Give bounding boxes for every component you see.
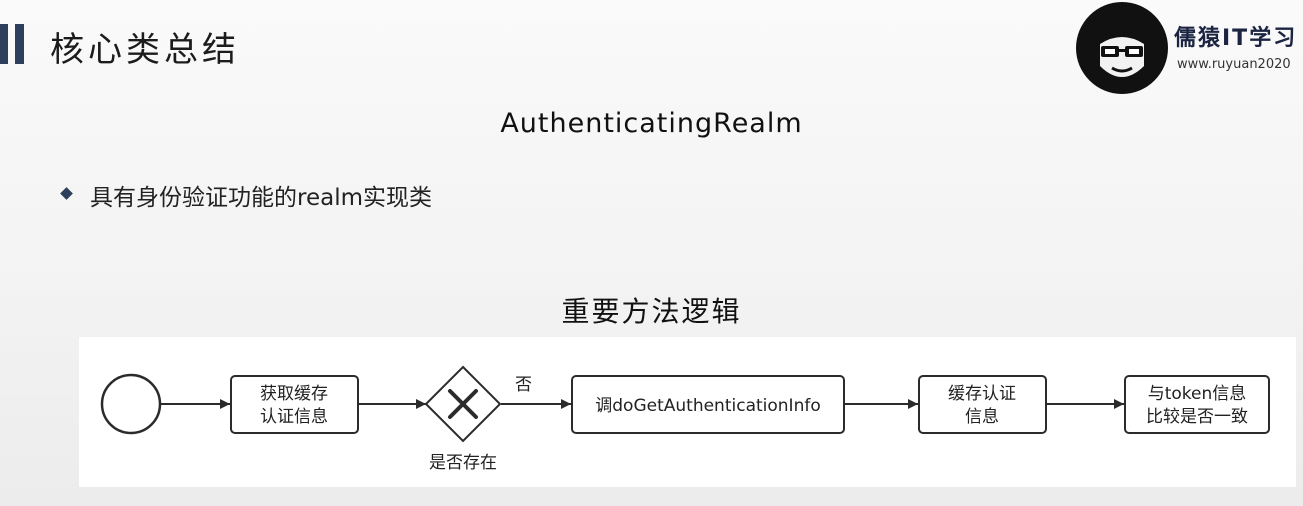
start-event [100,373,162,435]
brand-logo: 儒猿IT学习 www.ruyuan2020 [1074,0,1303,96]
task4-label-line2: 比较是否一致 [1146,407,1248,427]
gateway-label: 是否存在 [429,453,497,473]
diamond-bullet-icon [60,187,73,200]
bullet-text: 具有身份验证功能的realm实现类 [90,185,432,211]
class-name-heading: AuthenticatingRealm [500,108,803,139]
brand-url: www.ruyuan2020 [1177,57,1291,72]
mascot-icon [1076,2,1168,94]
task4-label-line1: 与token信息 [1148,384,1247,404]
task3-label-line2: 信息 [965,407,999,427]
brand-name: 儒猿IT学习 [1174,26,1298,51]
task1-label-line2: 认证信息 [260,407,328,427]
page-title: 核心类总结 [50,30,240,70]
flow-diagram: 获取缓存 认证信息 是否存在 否 调doGetAuthenticationInf… [79,337,1296,487]
accent-bar [15,24,24,64]
accent-bar [0,24,8,64]
task1-label-line1: 获取缓存 [260,384,328,404]
task2-label: 调doGetAuthenticationInfo [595,396,820,416]
section-title: 重要方法逻辑 [561,295,742,328]
edge-no-label: 否 [515,375,532,395]
task3-label-line1: 缓存认证 [948,384,1016,404]
